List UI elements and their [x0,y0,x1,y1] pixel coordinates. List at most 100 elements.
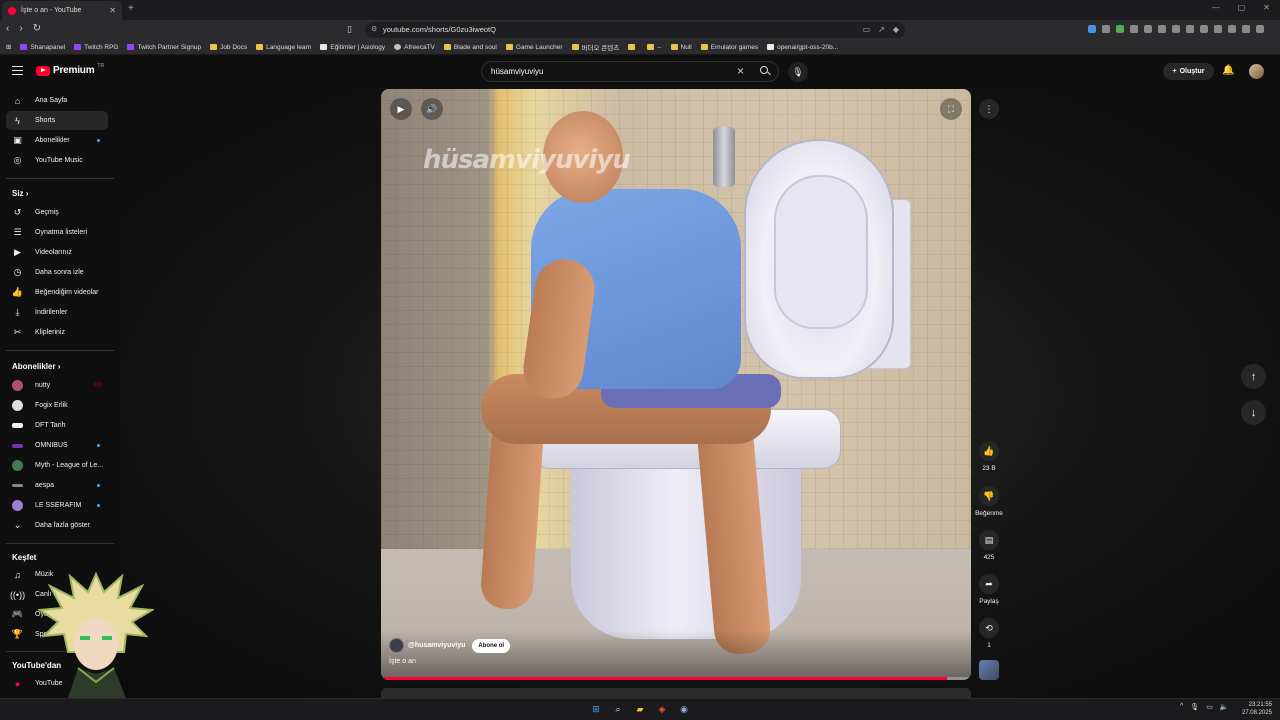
extension-icon[interactable] [1158,25,1166,33]
remix-action[interactable]: ⟲ 1 [975,618,1003,649]
more-options-icon[interactable]: ⋮ [979,99,999,119]
microphone-icon[interactable]: 🎙 [1190,703,1199,711]
video-progress-bar[interactable] [381,677,971,680]
extension-icon[interactable] [1130,25,1138,33]
share-icon[interactable]: ➦ [979,574,999,594]
sound-thumbnail[interactable] [979,660,999,680]
sidebar-sub-omnibus[interactable]: OMNIBUS [6,436,108,455]
extension-icon[interactable] [1116,25,1124,33]
sidebar-item-your-videos[interactable]: ▶ Videolarınız [6,243,108,262]
sidebar-item-playlists[interactable]: ☰ Oynatma listeleri [6,223,108,242]
bookmark-item[interactable]: Shanapanel [20,44,65,51]
sidebar-item-home[interactable]: ⌂ Ana Sayfa [6,91,108,110]
bookmark-item[interactable]: Eğitimler | Asiology [320,44,385,51]
sidebar-item-clips[interactable]: ✂ Klipleriniz [6,323,108,342]
download-icon[interactable] [1186,25,1194,33]
close-tab-icon[interactable]: ✕ [109,6,116,15]
file-explorer-icon[interactable]: ▰ [633,702,647,716]
bookmark-item[interactable]: Emulator games [700,44,758,51]
comment-icon[interactable]: ▤ [979,530,999,550]
wallet-icon[interactable] [1228,25,1236,33]
menu-icon[interactable] [1256,25,1264,33]
thumbs-up-icon[interactable]: 👍 [979,441,999,461]
channel-name[interactable]: @husamviyuviyu [408,642,465,649]
section-you-heading[interactable]: Siz › [12,189,28,198]
translate-icon[interactable] [1088,25,1096,33]
bookmark-item[interactable]: 버더오 콘텐츠 [571,42,619,52]
new-tab-button[interactable]: + [128,3,134,14]
previous-short-arrow-icon[interactable]: ↑ [1241,364,1266,389]
bookmark-item[interactable]: Blade and soul [443,44,497,51]
sidebar-sub-dft-tarih[interactable]: DFT Tarih [6,416,108,435]
sidebar-item-youtube-music[interactable]: ◎ YouTube Music [6,151,108,170]
sidebar-sub-fogix-erlik[interactable]: Fogix Erlik [6,396,108,415]
sidebar-sub-aespa[interactable]: aespa [6,476,108,495]
volume-icon[interactable]: 🔊 [421,98,443,120]
tray-chevron-icon[interactable]: ^ [1180,703,1183,711]
account-avatar[interactable] [1249,64,1264,79]
create-button[interactable]: + Oluştur [1163,63,1214,80]
comments-action[interactable]: ▤ 425 [975,530,1003,561]
bookmark-item[interactable]: Language learn [256,44,311,51]
bookmark-item[interactable]: AfreecaTV [394,44,435,51]
youtube-logo[interactable]: Premium TR [36,63,104,76]
minimize-icon[interactable]: — [1212,3,1220,12]
window-close-icon[interactable]: ✕ [1263,3,1270,12]
bookmark-item[interactable]: Job Docs [210,44,247,51]
sidebar-item-subscriptions[interactable]: ▣ Abonelikler [6,131,108,150]
network-icon[interactable]: ▭ [1206,703,1213,711]
clear-search-icon[interactable]: × [737,64,744,78]
subscribe-button[interactable]: Abone ol [472,638,511,653]
reload-icon[interactable]: ↻ [33,23,41,34]
channel-avatar[interactable] [389,638,404,653]
section-subscriptions-heading[interactable]: Abonelikler › [12,362,60,371]
shield-icon[interactable]: ◆ [893,22,899,38]
sidebar-item-shorts[interactable]: ϟ Shorts [6,111,108,130]
sidebar-item-history[interactable]: ↺ Geçmiş [6,203,108,222]
hamburger-menu-icon[interactable] [12,66,23,75]
forward-icon[interactable]: › [19,23,22,34]
sidebar-item-watch-later[interactable]: ◷ Daha sonra izle [6,263,108,282]
sidebar-item-liked-videos[interactable]: 👍 Beğendiğim videolar [6,283,108,302]
system-clock[interactable]: 23:21:55 27.08.2025 [1240,701,1272,717]
sidebar-sub-myth[interactable]: Myth - League of Le... [6,456,108,475]
dislike-action[interactable]: 👎 Beğenme [975,486,1003,517]
thumbs-down-icon[interactable]: 👎 [979,486,999,506]
extension-icon[interactable] [1102,25,1110,33]
bookmark-icon[interactable]: ▯ [347,24,352,35]
extension-icon[interactable] [1172,25,1180,33]
voice-search-icon[interactable]: 🎙 [788,62,808,82]
steam-icon[interactable]: ◉ [677,702,691,716]
bookmark-item[interactable]: Game Launcher [505,44,563,51]
browser-tab[interactable]: İşte o an - YouTube ✕ [2,1,122,20]
volume-icon[interactable]: 🔈 [1220,703,1229,711]
url-field[interactable]: ⚙ youtube.com/shorts/G0zu3iweotQ ▭ ↗ ◆ [365,22,905,38]
next-short-preview[interactable] [381,688,971,698]
bookmark-item[interactable]: Twitch Partner Signup [127,44,201,51]
extension-icon[interactable] [1144,25,1152,33]
play-icon[interactable]: ▶ [390,98,412,120]
remix-icon[interactable]: ⟲ [979,618,999,638]
sidebar-toggle-icon[interactable] [1214,25,1222,33]
maximize-icon[interactable]: ▢ [1238,3,1246,12]
fullscreen-icon[interactable]: ⛶ [940,98,962,120]
apps-icon[interactable]: ⊞ [6,43,11,51]
bookmark-item[interactable]: openai/gpt-oss-20b... [767,44,838,51]
back-icon[interactable]: ‹ [6,23,9,34]
share-action[interactable]: ➦ Paylaş [975,574,1003,605]
sidebar-sub-nutty[interactable]: nutty ((•)) [6,376,108,395]
sidebar-sub-le-sserafim[interactable]: LE SSERAFIM [6,496,108,515]
sidebar-item-downloads[interactable]: ⤓ İndirilenler [6,303,108,322]
next-short-arrow-icon[interactable]: ↓ [1241,400,1266,425]
bookmark-item[interactable]: Twitch RPG [74,44,118,51]
brave-browser-icon[interactable]: ◈ [655,702,669,716]
like-action[interactable]: 👍 23 B [975,441,1003,472]
site-info-icon[interactable]: ⚙ [371,22,377,38]
bookmark-item[interactable]: Null [670,44,692,51]
share-page-icon[interactable]: ↗ [878,22,885,38]
bookmark-item[interactable] [628,44,638,50]
search-icon[interactable] [760,66,768,74]
short-video-player[interactable]: hüsamviyuviyu ▶ 🔊 ⛶ [381,89,971,680]
bookmark-item[interactable]: -- [647,44,662,51]
sidebar-show-more[interactable]: ⌄ Daha fazla göster [6,516,108,535]
